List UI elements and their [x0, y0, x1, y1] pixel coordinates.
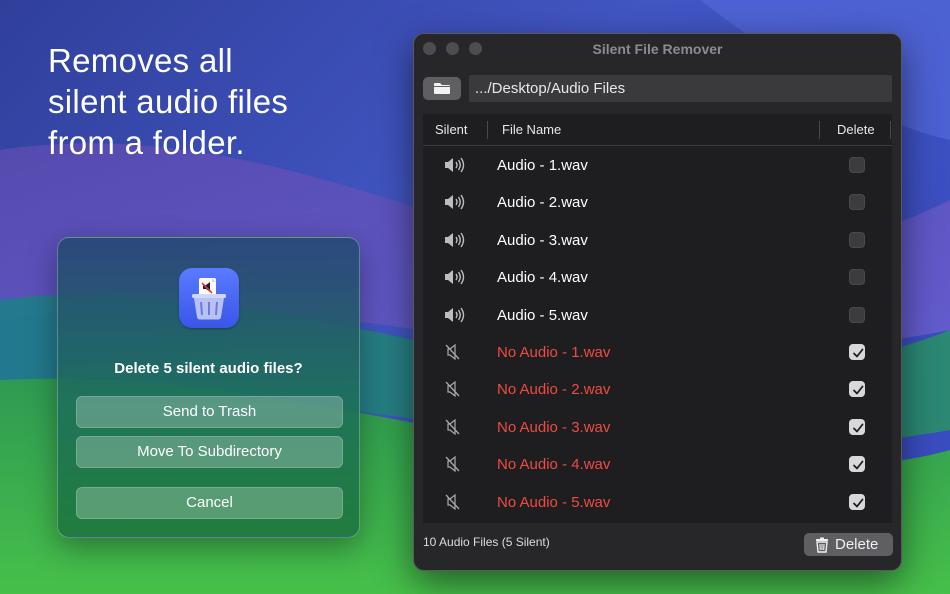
delete-checkbox[interactable] [849, 269, 865, 286]
column-divider[interactable] [819, 121, 820, 139]
delete-checkbox[interactable] [849, 344, 865, 360]
table-row[interactable]: No Audio - 2.wav [423, 371, 892, 408]
speaker-slash-icon [443, 343, 465, 365]
headline-line-3: from a folder. [48, 124, 245, 161]
file-name: No Audio - 1.wav [497, 344, 611, 361]
file-name: No Audio - 5.wav [497, 493, 611, 511]
move-to-subdirectory-button[interactable]: Move To Subdirectory [76, 436, 343, 468]
folder-icon [434, 83, 450, 94]
table-row[interactable]: No Audio - 4.wav [423, 446, 892, 483]
delete-checkbox[interactable] [849, 493, 865, 510]
trash-icon [816, 537, 828, 553]
column-header-silent[interactable]: Silent [435, 122, 468, 137]
headline-line-2: silent audio files [48, 83, 289, 120]
window-title: Silent File Remover [592, 41, 723, 57]
delete-confirmation-dialog: Delete 5 silent audio files? Send to Tra… [57, 237, 360, 538]
delete-button[interactable]: Delete [804, 533, 893, 556]
cancel-button[interactable]: Cancel [76, 487, 343, 519]
file-name: Audio - 3.wav [497, 231, 588, 249]
delete-checkbox[interactable] [849, 456, 865, 473]
delete-checkbox[interactable] [849, 194, 865, 211]
speaker-wave-icon [443, 269, 465, 290]
speaker-slash-icon [443, 455, 465, 477]
speaker-wave-icon [443, 307, 465, 328]
speaker-wave-icon [443, 232, 465, 253]
title-bar[interactable]: Silent File Remover [414, 34, 901, 64]
checkmark-icon [853, 460, 864, 470]
status-summary: 10 Audio Files (5 Silent) [423, 535, 550, 549]
delete-button-label: Delete [835, 536, 879, 553]
checkmark-icon [853, 385, 864, 395]
speaker-trash-app-icon [179, 268, 239, 328]
column-divider[interactable] [487, 121, 488, 139]
speaker-wave-icon [443, 157, 465, 178]
file-name: No Audio - 2.wav [497, 381, 611, 399]
file-name: Audio - 4.wav [497, 269, 588, 287]
delete-checkbox[interactable] [849, 306, 865, 323]
delete-checkbox[interactable] [849, 418, 865, 435]
column-header-delete[interactable]: Delete [837, 122, 875, 137]
file-name: No Audio - 3.wav [497, 418, 611, 436]
table-row[interactable]: No Audio - 3.wav [423, 409, 892, 446]
speaker-wave-icon [443, 194, 465, 215]
choose-folder-button[interactable] [423, 77, 461, 100]
file-name: Audio - 2.wav [497, 194, 588, 212]
table-row[interactable]: Audio - 1.wav [423, 147, 892, 184]
table-row[interactable]: No Audio - 1.wav [423, 334, 892, 371]
checkmark-icon [853, 423, 864, 433]
silent-file-remover-window: Silent File Remover .../Desktop/Audio Fi… [413, 33, 902, 571]
delete-checkbox[interactable] [849, 231, 865, 248]
table-row[interactable]: Audio - 5.wav [423, 297, 892, 334]
table-row[interactable]: Audio - 4.wav [423, 259, 892, 296]
send-to-trash-button[interactable]: Send to Trash [76, 396, 343, 428]
column-header-file-name[interactable]: File Name [502, 122, 561, 137]
folder-path-field[interactable]: .../Desktop/Audio Files [469, 75, 892, 102]
file-name: Audio - 1.wav [497, 157, 588, 174]
table-header: Silent File Name Delete [423, 114, 892, 146]
table-row[interactable]: No Audio - 5.wav [423, 484, 892, 521]
checkmark-icon [853, 498, 864, 507]
speaker-slash-icon [443, 418, 465, 440]
audio-files-table: Silent File Name Delete Audio - 1.wav Aud… [423, 114, 892, 523]
marketing-headline: Removes all silent audio files from a fo… [48, 40, 368, 163]
delete-checkbox[interactable] [849, 157, 865, 173]
headline-line-1: Removes all [48, 42, 233, 79]
table-row[interactable]: Audio - 3.wav [423, 222, 892, 259]
file-name: Audio - 5.wav [497, 306, 588, 324]
checkmark-icon [853, 348, 864, 358]
file-name: No Audio - 4.wav [497, 456, 611, 474]
table-row[interactable]: Audio - 2.wav [423, 184, 892, 221]
delete-checkbox[interactable] [849, 381, 865, 398]
column-divider[interactable] [890, 121, 891, 139]
speaker-slash-icon [443, 493, 465, 515]
dialog-title: Delete 5 silent audio files? [114, 360, 303, 377]
speaker-slash-icon [443, 381, 465, 402]
